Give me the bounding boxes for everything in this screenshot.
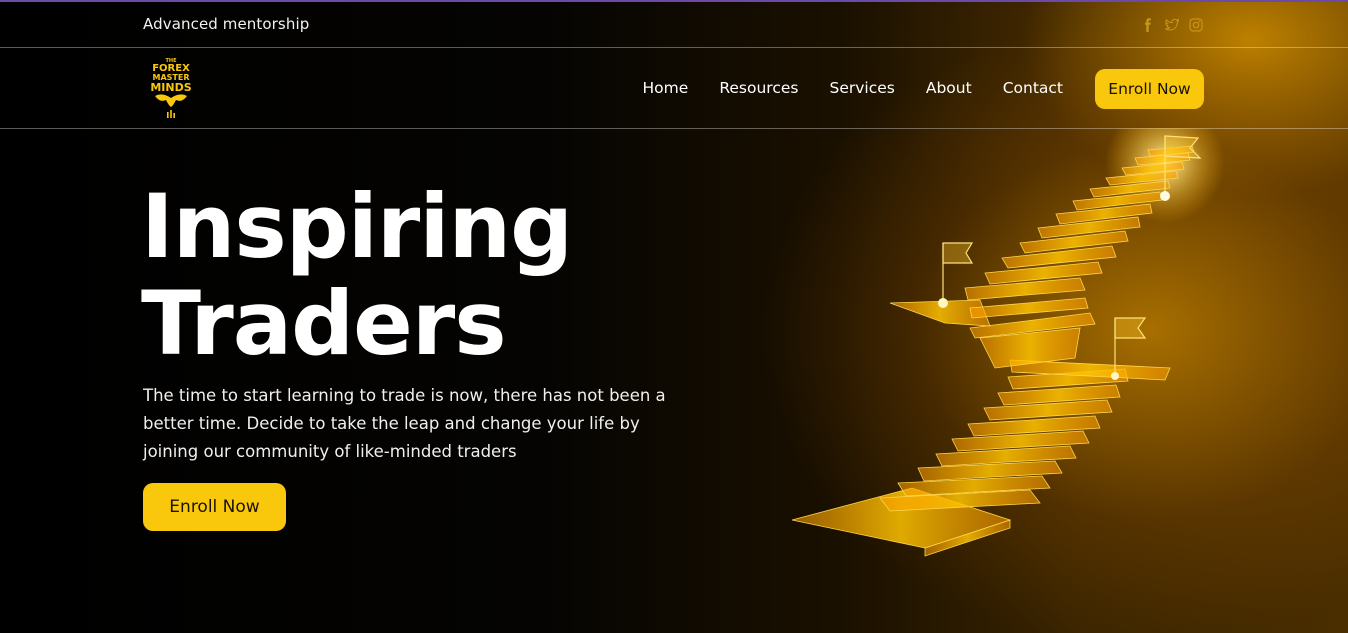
page: Advanced mentorship THE FOREX MASTER MIN…: [0, 0, 1348, 633]
nav-enroll-button[interactable]: Enroll Now: [1095, 69, 1204, 109]
nav-links: Home Resources Services About Contact: [643, 79, 1063, 97]
topbar-tagline: Advanced mentorship: [143, 15, 310, 33]
hero-description: The time to start learning to trade is n…: [143, 386, 666, 461]
svg-text:MINDS: MINDS: [150, 81, 191, 94]
nav-home-link[interactable]: Home: [643, 79, 689, 97]
twitter-icon[interactable]: [1165, 18, 1179, 32]
nav-contact-link[interactable]: Contact: [1003, 79, 1063, 97]
forex-master-minds-logo[interactable]: THE FOREX MASTER MINDS: [146, 55, 196, 121]
hero-title: Inspiring Traders: [141, 175, 573, 375]
instagram-icon[interactable]: [1189, 18, 1203, 32]
glowing-staircase-illustration: [791, 128, 1225, 557]
main-navigation: THE FOREX MASTER MINDS Home Resources Se…: [0, 49, 1348, 129]
nav-services-link[interactable]: Services: [829, 79, 894, 97]
hero-enroll-button[interactable]: Enroll Now: [143, 483, 286, 531]
facebook-icon[interactable]: [1141, 18, 1155, 32]
hero-title-line-2: Traders: [141, 272, 507, 375]
nav-about-link[interactable]: About: [926, 79, 972, 97]
hero-title-line-1: Inspiring: [141, 175, 573, 278]
nav-resources-link[interactable]: Resources: [719, 79, 798, 97]
top-bar: Advanced mentorship: [0, 2, 1348, 48]
social-links: [1141, 18, 1203, 32]
